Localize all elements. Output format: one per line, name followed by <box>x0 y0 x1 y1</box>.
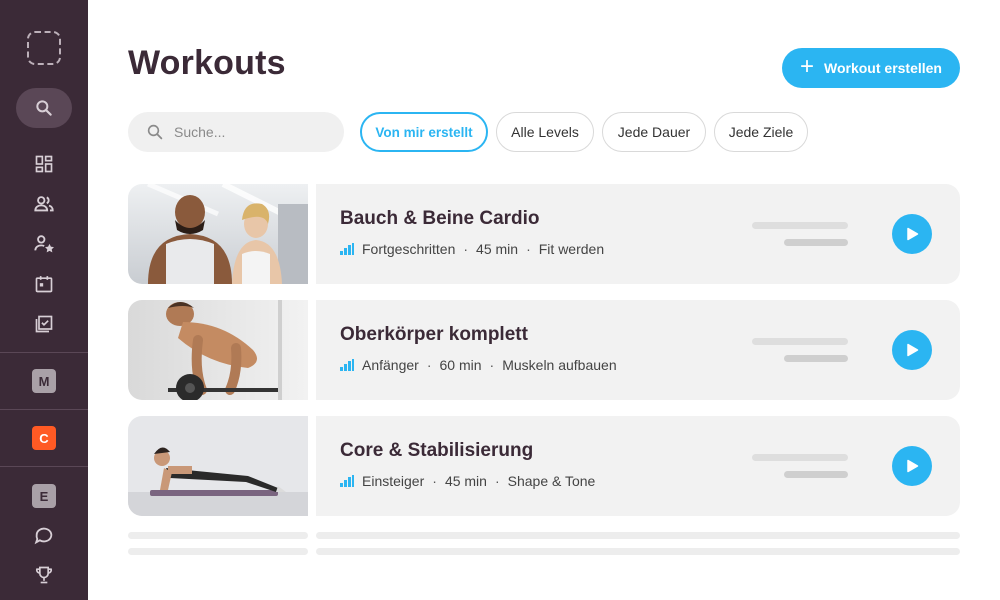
create-workout-button[interactable]: + Workout erstellen <box>782 48 960 88</box>
logo-placeholder[interactable] <box>27 31 61 65</box>
workout-card-body: Core & Stabilisierung Einsteiger · 45 mi… <box>316 416 960 516</box>
workout-title: Bauch & Beine Cardio <box>340 208 540 229</box>
workout-level: Einsteiger <box>362 473 425 489</box>
sidebar-divider <box>0 409 88 410</box>
search-icon <box>147 124 163 140</box>
workout-level: Anfänger <box>362 357 419 373</box>
search-icon <box>36 100 52 116</box>
plus-icon: + <box>799 53 814 80</box>
skeleton-line <box>752 222 848 229</box>
chat-icon <box>34 527 53 545</box>
workout-card-body: Bauch & Beine Cardio Fortgeschritten · 4… <box>316 184 960 284</box>
plank-photo <box>128 416 308 516</box>
workspace-letter: C <box>39 430 49 446</box>
play-icon <box>907 343 919 357</box>
workspace-m-avatar[interactable]: M <box>32 369 56 393</box>
workspace-e-avatar[interactable]: E <box>32 484 56 508</box>
sidebar-item-calendar[interactable] <box>32 272 56 296</box>
sidebar-item-dashboard[interactable] <box>32 152 56 176</box>
skeleton-line <box>784 239 848 246</box>
level-bars-icon <box>340 475 354 487</box>
workout-meta: Anfänger · 60 min · Muskeln aufbauen <box>340 357 617 373</box>
filter-goals[interactable]: Jede Ziele <box>714 112 808 152</box>
workout-card-body: Oberkörper komplett Anfänger · 60 min · … <box>316 300 960 400</box>
level-bars-icon <box>340 243 354 255</box>
workout-level: Fortgeschritten <box>362 241 456 257</box>
sidebar-item-coaches[interactable] <box>32 232 56 256</box>
sidebar-item-workouts[interactable] <box>32 312 56 336</box>
filter-label: Von mir erstellt <box>375 124 473 140</box>
workout-card[interactable]: Bauch & Beine Cardio Fortgeschritten · 4… <box>128 184 960 284</box>
sidebar-divider <box>0 352 88 353</box>
workout-title: Core & Stabilisierung <box>340 440 534 461</box>
search-input[interactable] <box>174 124 324 140</box>
workout-duration: 45 min <box>444 473 487 489</box>
play-icon <box>907 227 919 241</box>
workout-image <box>128 300 308 400</box>
trophy-icon <box>35 566 53 584</box>
sidebar: M C E <box>0 0 88 600</box>
calendar-icon <box>35 276 53 293</box>
filter-label: Alle Levels <box>511 124 579 140</box>
skeleton-line <box>752 338 848 345</box>
workout-meta: Einsteiger · 45 min · Shape & Tone <box>340 473 595 489</box>
skeleton-line <box>784 355 848 362</box>
filter-label: Jede Ziele <box>728 124 794 140</box>
workout-card[interactable]: Oberkörper komplett Anfänger · 60 min · … <box>128 300 960 400</box>
sidebar-divider <box>0 466 88 467</box>
sidebar-item-messages[interactable] <box>32 523 56 547</box>
separator-dot: · <box>463 241 469 257</box>
sidebar-search-button[interactable] <box>16 88 72 128</box>
person-star-icon <box>34 235 54 253</box>
level-bars-icon <box>340 359 354 371</box>
play-button[interactable] <box>892 214 932 254</box>
loading-placeholder <box>128 532 308 539</box>
loading-placeholder <box>316 548 960 555</box>
couple-gym-photo <box>128 184 308 284</box>
skeleton-line <box>784 471 848 478</box>
separator-dot: · <box>489 357 495 373</box>
sidebar-item-clients[interactable] <box>32 192 56 216</box>
separator-dot: · <box>494 473 500 489</box>
workout-goal: Shape & Tone <box>507 473 596 489</box>
workout-goal: Fit werden <box>538 241 605 257</box>
workout-title: Oberkörper komplett <box>340 324 528 345</box>
people-icon <box>34 196 54 212</box>
filter-label: Jede Dauer <box>617 124 691 140</box>
workout-duration: 60 min <box>439 357 482 373</box>
workspace-letter: E <box>39 488 49 504</box>
workout-goal: Muskeln aufbauen <box>502 357 617 373</box>
page-title: Workouts <box>128 44 286 82</box>
separator-dot: · <box>526 241 531 257</box>
separator-dot: · <box>426 357 432 373</box>
workspace-letter: M <box>38 373 50 389</box>
create-workout-label: Workout erstellen <box>824 60 942 76</box>
dashboard-icon <box>35 155 53 173</box>
play-button[interactable] <box>892 446 932 486</box>
workout-image <box>128 416 308 516</box>
loading-placeholder <box>316 532 960 539</box>
play-button[interactable] <box>892 330 932 370</box>
workout-duration: 45 min <box>476 241 519 257</box>
separator-dot: · <box>432 473 437 489</box>
loading-placeholder <box>128 548 308 555</box>
checklist-icon <box>35 315 53 333</box>
workout-card[interactable]: Core & Stabilisierung Einsteiger · 45 mi… <box>128 416 960 516</box>
filter-levels[interactable]: Alle Levels <box>496 112 594 152</box>
skeleton-line <box>752 454 848 461</box>
filter-created-by-me[interactable]: Von mir erstellt <box>360 112 488 152</box>
sidebar-item-challenges[interactable] <box>32 563 56 587</box>
workout-image <box>128 184 308 284</box>
search-field[interactable] <box>128 112 344 152</box>
barbell-row-photo <box>128 300 308 400</box>
workspace-c-avatar[interactable]: C <box>32 426 56 450</box>
workout-meta: Fortgeschritten · 45 min · Fit werden <box>340 241 604 257</box>
filter-duration[interactable]: Jede Dauer <box>602 112 706 152</box>
play-icon <box>907 459 919 473</box>
